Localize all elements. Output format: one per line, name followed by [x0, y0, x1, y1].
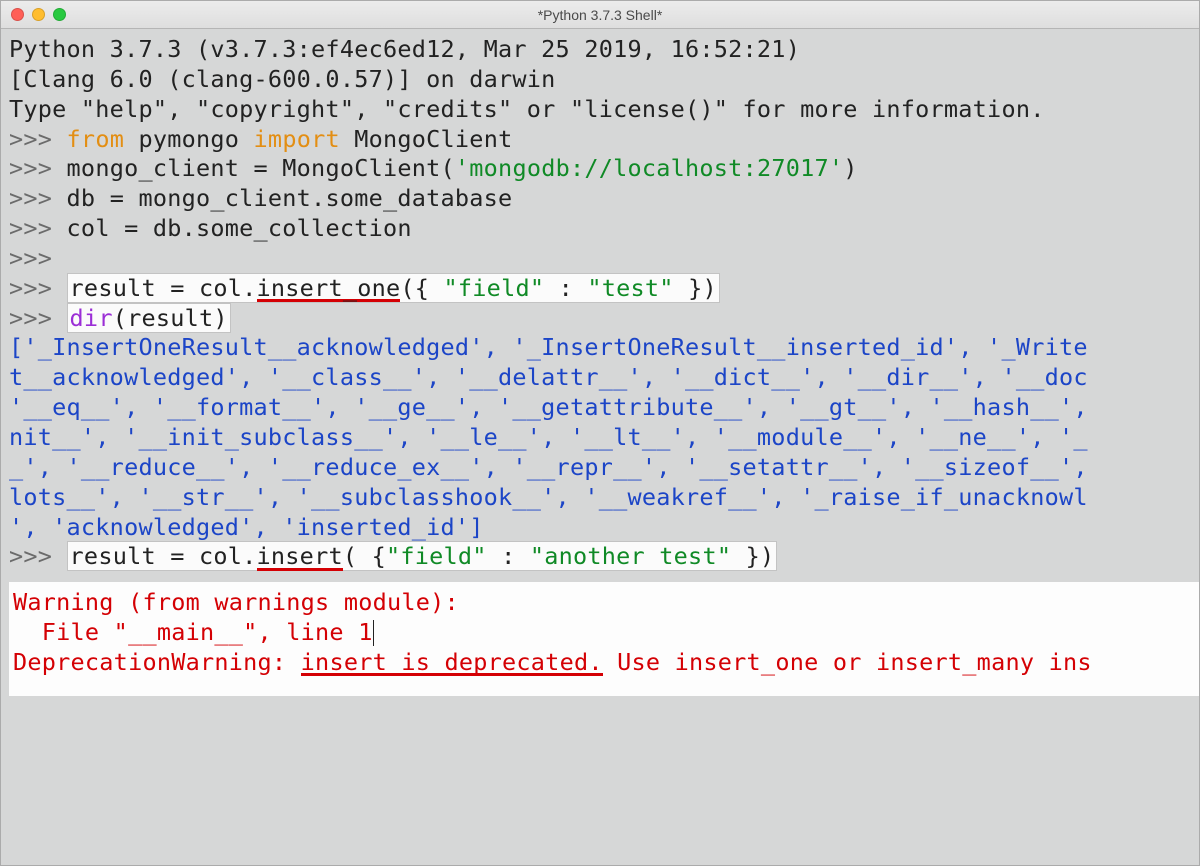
warning-line-suffix: Use insert_one or insert_many ins	[603, 648, 1092, 676]
highlighted-line-insert-one: result = col.insert_one({ "field" : "tes…	[67, 273, 720, 303]
prompt: >>>	[9, 184, 67, 212]
code-text: mongo_client = MongoClient(	[67, 154, 455, 182]
string-literal: "field"	[386, 542, 487, 570]
dir-output-line: '__eq__', '__format__', '__ge__', '__get…	[9, 393, 1088, 421]
underline-deprecated: insert is deprecated.	[301, 651, 603, 676]
code-text: )	[843, 154, 857, 182]
dir-output-line: ', 'acknowledged', 'inserted_id']	[9, 513, 484, 541]
banner-line-3: Type "help", "copyright", "credits" or "…	[9, 95, 1045, 123]
warning-block: Warning (from warnings module): File "__…	[9, 582, 1199, 696]
warning-line-prefix: DeprecationWarning:	[13, 648, 301, 676]
code-text: result = col.	[70, 542, 257, 570]
code-text: ({	[400, 274, 443, 302]
prompt: >>>	[9, 304, 67, 332]
code-text: col = db.some_collection	[67, 214, 412, 242]
code-text: result = col.	[70, 274, 257, 302]
builtin-dir: dir	[70, 304, 113, 332]
warning-line: Warning (from warnings module):	[13, 588, 459, 616]
string-literal: "test"	[587, 274, 673, 302]
highlighted-line-insert: result = col.insert( {"field" : "another…	[67, 541, 778, 571]
code-text: db = mongo_client.some_database	[67, 184, 513, 212]
underline-insert: insert	[257, 545, 343, 570]
code-text: :	[544, 274, 587, 302]
keyword-from: from	[67, 125, 125, 153]
code-text: })	[674, 274, 717, 302]
underline-insert-one: insert_one	[257, 277, 401, 302]
banner-line-2: [Clang 6.0 (clang-600.0.57)] on darwin	[9, 65, 556, 93]
code-text: MongoClient	[340, 125, 513, 153]
code-text: pymongo	[124, 125, 253, 153]
banner-line-1: Python 3.7.3 (v3.7.3:ef4ec6ed12, Mar 25 …	[9, 35, 814, 63]
prompt: >>>	[9, 154, 67, 182]
titlebar: *Python 3.7.3 Shell*	[1, 1, 1199, 29]
dir-output-line: ['_InsertOneResult__acknowledged', '_Ins…	[9, 333, 1088, 361]
dir-output-line: lots__', '__str__', '__subclasshook__', …	[9, 483, 1088, 511]
prompt: >>>	[9, 244, 67, 272]
keyword-import: import	[254, 125, 340, 153]
string-literal: 'mongodb://localhost:27017'	[455, 154, 843, 182]
shell-content[interactable]: Python 3.7.3 (v3.7.3:ef4ec6ed12, Mar 25 …	[1, 29, 1199, 865]
dir-output-line: t__acknowledged', '__class__', '__delatt…	[9, 363, 1088, 391]
prompt: >>>	[9, 214, 67, 242]
code-text: ( {	[343, 542, 386, 570]
dir-output-line: _', '__reduce__', '__reduce_ex__', '__re…	[9, 453, 1088, 481]
prompt: >>>	[9, 274, 67, 302]
dir-output-line: nit__', '__init_subclass__', '__le__', '…	[9, 423, 1088, 451]
code-text: :	[487, 542, 530, 570]
idle-window: *Python 3.7.3 Shell* Python 3.7.3 (v3.7.…	[0, 0, 1200, 866]
prompt: >>>	[9, 125, 67, 153]
code-text: })	[731, 542, 774, 570]
code-text: (result)	[113, 304, 228, 332]
prompt: >>>	[9, 542, 67, 570]
text-cursor-icon	[373, 620, 374, 646]
string-literal: "field"	[444, 274, 545, 302]
window-title: *Python 3.7.3 Shell*	[1, 7, 1199, 23]
warning-line: File "__main__", line 1	[13, 618, 373, 646]
highlighted-line-dir: dir(result)	[67, 303, 231, 333]
string-literal: "another test"	[530, 542, 731, 570]
